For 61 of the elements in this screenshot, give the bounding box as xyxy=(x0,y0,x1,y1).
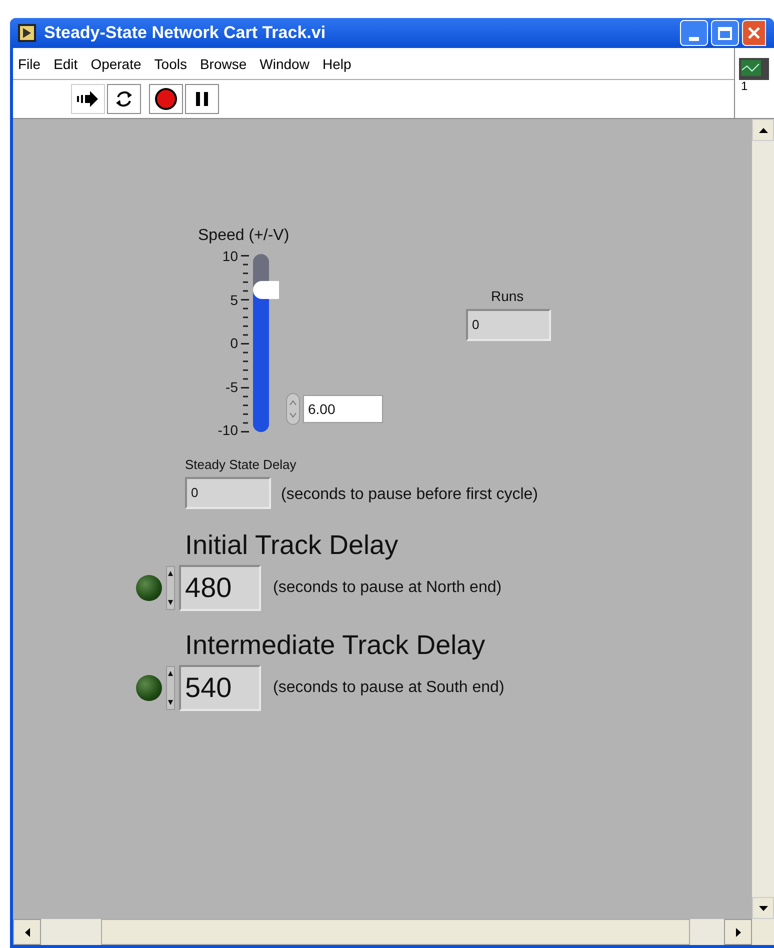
pane-number: 1 xyxy=(741,80,748,92)
slider-thumb[interactable] xyxy=(253,280,279,299)
delay-note: (seconds to pause at South end) xyxy=(273,678,504,698)
scroll-right-button[interactable] xyxy=(724,919,752,945)
vi-icon xyxy=(18,24,36,42)
vertical-scrollbar[interactable] xyxy=(752,119,774,919)
run-arrow-icon xyxy=(77,91,99,107)
scale-label: 0 xyxy=(230,336,238,350)
graph-icon xyxy=(739,58,769,80)
scale-ticks-icon xyxy=(241,255,249,433)
menu-item[interactable]: Edit xyxy=(54,54,78,75)
down-arrow-icon xyxy=(758,906,768,910)
slider-track[interactable] xyxy=(253,254,279,432)
left-arrow-icon xyxy=(24,928,30,936)
scale-label: -10 xyxy=(218,423,238,437)
scroll-thumb[interactable] xyxy=(101,919,690,945)
connector-pane[interactable]: 1 xyxy=(734,48,774,118)
menu-item[interactable]: Operate xyxy=(90,54,142,75)
scroll-down-button[interactable] xyxy=(752,897,774,919)
scale-label: 10 xyxy=(222,249,238,263)
menu-item[interactable]: File xyxy=(18,54,41,75)
close-icon xyxy=(748,27,760,39)
delay-value-field[interactable]: 540 xyxy=(179,665,261,711)
increment-decrement-icon[interactable] xyxy=(166,566,175,610)
delay-heading: Initial Track Delay xyxy=(185,529,398,562)
delay-heading: Intermediate Track Delay xyxy=(185,629,486,662)
steady-state-delay-note: (seconds to pause before first cycle) xyxy=(281,485,538,505)
menu-item[interactable]: Tools xyxy=(154,54,187,75)
menu-item[interactable]: Browse xyxy=(200,54,247,75)
minimize-button[interactable] xyxy=(680,20,708,46)
scale-label: 5 xyxy=(230,292,238,306)
maximize-button[interactable] xyxy=(711,20,739,46)
menu-item[interactable]: Help xyxy=(322,54,352,75)
run-continuously-button[interactable] xyxy=(107,84,141,114)
runs-field[interactable]: 0 xyxy=(466,309,551,341)
stop-sign-icon xyxy=(154,87,178,111)
pause-button[interactable] xyxy=(185,84,219,114)
steady-state-delay-field[interactable]: 0 xyxy=(185,477,271,509)
right-arrow-icon xyxy=(736,928,740,936)
steady-state-delay-label: Steady State Delay xyxy=(185,456,296,474)
window-title: Steady-State Network Cart Track.vi xyxy=(44,22,326,44)
horizontal-scrollbar[interactable] xyxy=(13,919,752,945)
resize-grip[interactable] xyxy=(752,919,774,945)
speed-value-field[interactable]: 6.00 xyxy=(303,395,383,423)
slider-label: Speed (+/-V) xyxy=(198,226,290,246)
abort-button[interactable] xyxy=(149,84,183,114)
scale-label: -5 xyxy=(226,380,238,394)
scroll-up-button[interactable] xyxy=(752,119,774,141)
minimize-icon xyxy=(689,37,699,41)
runs-label: Runs xyxy=(491,287,524,306)
pause-icon xyxy=(196,92,208,106)
close-button[interactable] xyxy=(742,20,766,46)
menu-item[interactable]: Window xyxy=(260,54,310,75)
loop-arrows-icon xyxy=(114,89,134,109)
run-button[interactable] xyxy=(71,84,105,114)
up-arrow-icon xyxy=(758,128,768,132)
delay-value-field[interactable]: 480 xyxy=(179,565,261,611)
delay-note: (seconds to pause at North end) xyxy=(273,578,502,598)
scroll-left-button[interactable] xyxy=(13,919,41,945)
maximize-icon xyxy=(718,26,732,40)
increment-decrement-icon[interactable] xyxy=(166,666,175,710)
